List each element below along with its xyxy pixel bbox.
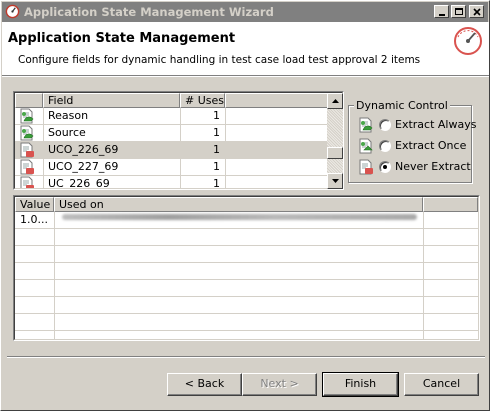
redacted-used-on-text bbox=[62, 214, 417, 220]
radio-label: Extract Once bbox=[395, 139, 467, 152]
radio-option-extract-always[interactable]: Extract Always bbox=[355, 116, 476, 134]
radio-option-extract-once[interactable]: Extract Once bbox=[355, 137, 469, 155]
fields-table-viewport: Field # Uses Reason 1 Source 1 UCO_226_69 1 UC… bbox=[15, 93, 328, 188]
dynamic-control-label: Dynamic Control bbox=[354, 99, 450, 112]
minimize-button[interactable] bbox=[434, 5, 449, 18]
back-button[interactable]: < Back bbox=[167, 373, 242, 396]
close-button[interactable] bbox=[469, 5, 484, 18]
window-title: Application State Management Wizard bbox=[24, 5, 274, 19]
row-icon bbox=[19, 108, 35, 124]
uses-cell: 1 bbox=[213, 143, 220, 156]
value-column-header[interactable]: Value bbox=[15, 197, 54, 212]
filler-column-header bbox=[225, 93, 328, 108]
never-extract-icon bbox=[20, 176, 34, 188]
page-subtitle: Configure fields for dynamic handling in… bbox=[18, 54, 421, 66]
column-divider bbox=[225, 108, 226, 188]
radio-button[interactable] bbox=[379, 119, 391, 131]
field-cell: UCO_227_69 bbox=[48, 160, 119, 173]
next-button[interactable]: Next > bbox=[242, 373, 317, 396]
table-row[interactable]: Reason 1 bbox=[15, 108, 328, 125]
option-icon bbox=[358, 117, 374, 133]
value-cell: 1.0... bbox=[20, 213, 48, 226]
option-icon bbox=[358, 159, 374, 175]
title-bar[interactable]: Application State Management Wizard bbox=[2, 2, 488, 22]
uses-column-header[interactable]: # Uses bbox=[180, 93, 225, 108]
uses-cell: 1 bbox=[213, 109, 220, 122]
wizard-window: Application State Management Wizard Appl… bbox=[0, 0, 490, 411]
table-row[interactable]: Source 1 bbox=[15, 125, 328, 142]
row-icon bbox=[19, 176, 35, 188]
field-cell: UC_226_69 bbox=[48, 177, 110, 188]
fields-table[interactable]: Field # Uses Reason 1 Source 1 UCO_226_69 1 UC… bbox=[13, 91, 344, 190]
maximize-icon bbox=[454, 8, 463, 15]
uses-cell: 1 bbox=[213, 160, 220, 173]
empty-row bbox=[15, 297, 478, 314]
radio-label: Never Extract bbox=[395, 160, 471, 173]
uses-cell: 1 bbox=[213, 177, 220, 188]
arrow-up-icon bbox=[331, 99, 339, 103]
wizard-header: Application State Management Configure f… bbox=[2, 22, 489, 75]
column-divider bbox=[180, 108, 181, 188]
extract-once-icon bbox=[359, 138, 373, 154]
arrow-down-icon bbox=[331, 179, 339, 183]
radio-label: Extract Always bbox=[395, 118, 477, 131]
empty-row bbox=[15, 263, 478, 280]
row-icon bbox=[19, 159, 35, 175]
radio-button[interactable] bbox=[379, 140, 391, 152]
icon-column-header[interactable] bbox=[15, 93, 43, 108]
extract-always-icon bbox=[20, 125, 34, 141]
row-icon bbox=[19, 142, 35, 158]
minimize-icon bbox=[438, 13, 445, 16]
scroll-thumb[interactable] bbox=[327, 147, 343, 159]
cancel-button[interactable]: Cancel bbox=[404, 373, 479, 396]
finish-button[interactable]: Finish bbox=[322, 372, 399, 397]
empty-row bbox=[15, 280, 478, 297]
never-extract-icon bbox=[20, 142, 34, 158]
extract-always-icon bbox=[20, 108, 34, 124]
header-divider-highlight bbox=[2, 76, 489, 77]
never-extract-icon bbox=[20, 159, 34, 175]
column-divider bbox=[43, 108, 44, 188]
empty-row bbox=[15, 246, 478, 263]
empty-row bbox=[15, 229, 478, 246]
option-icon bbox=[358, 138, 374, 154]
uses-cell: 1 bbox=[213, 126, 220, 139]
close-icon bbox=[472, 7, 481, 16]
field-cell: UCO_226_69 bbox=[48, 143, 119, 156]
table-row[interactable]: UCO_227_69 1 bbox=[15, 159, 328, 176]
column-divider bbox=[54, 212, 55, 339]
speedometer-icon bbox=[454, 27, 482, 55]
filler-column-header bbox=[423, 197, 478, 212]
row-icon bbox=[19, 125, 35, 141]
used-on-column-header[interactable]: Used on bbox=[54, 197, 423, 212]
empty-row bbox=[15, 314, 478, 331]
page-title: Application State Management bbox=[8, 31, 236, 46]
table-row[interactable]: UCO_226_69 1 bbox=[15, 142, 328, 159]
radio-dot bbox=[383, 165, 387, 169]
scroll-up-button[interactable] bbox=[327, 93, 343, 109]
scroll-track[interactable] bbox=[327, 109, 343, 173]
maximize-button[interactable] bbox=[451, 5, 466, 18]
never-extract-icon bbox=[359, 159, 373, 175]
gauge-icon bbox=[5, 4, 20, 19]
radio-option-never-extract[interactable]: Never Extract bbox=[355, 158, 471, 176]
footer-divider-highlight bbox=[7, 357, 485, 358]
extract-always-icon bbox=[359, 117, 373, 133]
table-row[interactable]: UC_226_69 1 bbox=[15, 176, 328, 188]
scroll-down-button[interactable] bbox=[327, 173, 343, 189]
column-divider bbox=[423, 212, 424, 339]
field-cell: Source bbox=[48, 126, 86, 139]
field-cell: Reason bbox=[48, 109, 89, 122]
radio-button[interactable] bbox=[379, 161, 391, 173]
field-column-header[interactable]: Field bbox=[43, 93, 180, 108]
